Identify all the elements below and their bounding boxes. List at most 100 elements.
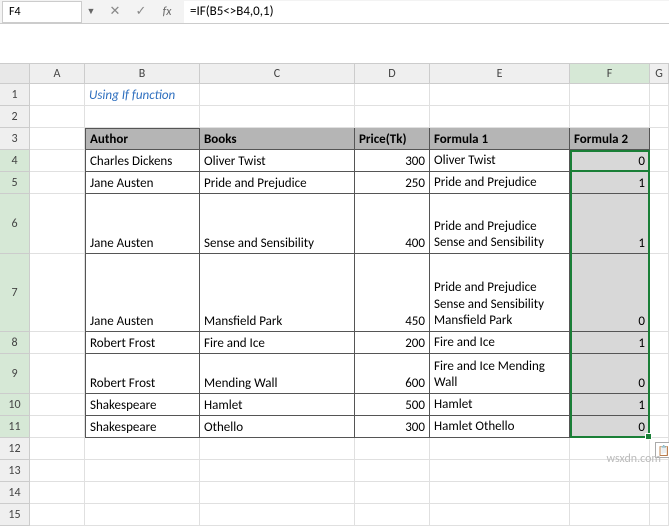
cell-book[interactable]: Mending Wall bbox=[200, 354, 355, 394]
cell-book[interactable]: Hamlet bbox=[200, 394, 355, 416]
cell-author[interactable]: Robert Frost bbox=[85, 332, 200, 354]
cell-price[interactable]: 300 bbox=[355, 416, 430, 438]
col-header-F[interactable]: F bbox=[570, 64, 650, 83]
cell[interactable] bbox=[85, 504, 200, 526]
row-header-5[interactable]: 5 bbox=[0, 172, 30, 194]
col-header-C[interactable]: C bbox=[200, 64, 355, 83]
cell-price[interactable]: 300 bbox=[355, 150, 430, 172]
cell-price[interactable]: 400 bbox=[355, 194, 430, 254]
cell[interactable] bbox=[650, 172, 669, 194]
cell-f1[interactable]: Fire and Ice bbox=[430, 332, 570, 354]
row-header-11[interactable]: 11 bbox=[0, 416, 30, 438]
cell[interactable] bbox=[650, 150, 669, 172]
row-header-10[interactable]: 10 bbox=[0, 394, 30, 416]
row-header-7[interactable]: 7 bbox=[0, 254, 30, 332]
cell[interactable] bbox=[430, 84, 570, 106]
row-header-14[interactable]: 14 bbox=[0, 482, 30, 504]
cancel-icon[interactable]: ✕ bbox=[106, 3, 124, 21]
cell-f2[interactable]: 0 bbox=[570, 150, 650, 172]
cell-author[interactable]: Shakespeare bbox=[85, 394, 200, 416]
row-header-8[interactable]: 8 bbox=[0, 332, 30, 354]
col-header-D[interactable]: D bbox=[355, 64, 430, 83]
cell-author[interactable]: Jane Austen bbox=[85, 172, 200, 194]
cell[interactable] bbox=[30, 460, 85, 482]
cell[interactable] bbox=[430, 482, 570, 504]
cell[interactable] bbox=[30, 354, 85, 394]
cell[interactable] bbox=[30, 172, 85, 194]
cell[interactable] bbox=[30, 84, 85, 106]
col-header-B[interactable]: B bbox=[85, 64, 200, 83]
row-header-3[interactable]: 3 bbox=[0, 128, 30, 150]
cell[interactable] bbox=[355, 84, 430, 106]
cell-book[interactable]: Othello bbox=[200, 416, 355, 438]
row-header-13[interactable]: 13 bbox=[0, 460, 30, 482]
fx-icon[interactable]: fx bbox=[158, 3, 176, 21]
cell[interactable] bbox=[85, 460, 200, 482]
cell[interactable] bbox=[30, 150, 85, 172]
cell-f1[interactable]: Hamlet bbox=[430, 394, 570, 416]
cell[interactable] bbox=[355, 504, 430, 526]
cell-f1[interactable]: Pride and Prejudice Sense and Sensibilit… bbox=[430, 254, 570, 332]
cell[interactable] bbox=[430, 460, 570, 482]
cell[interactable] bbox=[650, 84, 669, 106]
cell[interactable] bbox=[650, 106, 669, 128]
cell[interactable] bbox=[570, 106, 650, 128]
cell[interactable] bbox=[355, 482, 430, 504]
cell[interactable] bbox=[355, 460, 430, 482]
cell[interactable] bbox=[30, 416, 85, 438]
cell[interactable] bbox=[650, 394, 669, 416]
cell-f1[interactable]: Pride and Prejudice Sense and Sensibilit… bbox=[430, 194, 570, 254]
col-header-A[interactable]: A bbox=[30, 64, 85, 83]
cell[interactable] bbox=[85, 438, 200, 460]
cell-author[interactable]: Charles Dickens bbox=[85, 150, 200, 172]
cell-author[interactable]: Shakespeare bbox=[85, 416, 200, 438]
th-books[interactable]: Books bbox=[200, 128, 355, 150]
cell-price[interactable]: 500 bbox=[355, 394, 430, 416]
cell[interactable] bbox=[30, 332, 85, 354]
cell-f2[interactable]: 1 bbox=[570, 332, 650, 354]
cell[interactable] bbox=[650, 416, 669, 438]
cell[interactable] bbox=[200, 482, 355, 504]
enter-icon[interactable]: ✓ bbox=[132, 3, 150, 21]
cell[interactable] bbox=[30, 438, 85, 460]
cell[interactable] bbox=[200, 504, 355, 526]
cell[interactable] bbox=[570, 504, 650, 526]
cell[interactable] bbox=[430, 106, 570, 128]
cell[interactable] bbox=[30, 482, 85, 504]
cell[interactable] bbox=[200, 460, 355, 482]
cell-author[interactable]: Jane Austen bbox=[85, 254, 200, 332]
cell[interactable] bbox=[355, 106, 430, 128]
cell-book[interactable]: Fire and Ice bbox=[200, 332, 355, 354]
cell[interactable] bbox=[30, 254, 85, 332]
row-header-2[interactable]: 2 bbox=[0, 106, 30, 128]
cell[interactable] bbox=[570, 482, 650, 504]
cell[interactable] bbox=[650, 194, 669, 254]
row-header-12[interactable]: 12 bbox=[0, 438, 30, 460]
cell-f2[interactable]: 0 bbox=[570, 254, 650, 332]
row-header-9[interactable]: 9 bbox=[0, 354, 30, 394]
cell-price[interactable]: 600 bbox=[355, 354, 430, 394]
cells-area[interactable]: Using If function Author bbox=[30, 84, 669, 526]
cell-author[interactable]: Robert Frost bbox=[85, 354, 200, 394]
cell-f2[interactable]: 1 bbox=[570, 194, 650, 254]
cell[interactable] bbox=[200, 106, 355, 128]
cell-book[interactable]: Sense and Sensibility bbox=[200, 194, 355, 254]
cell[interactable] bbox=[650, 254, 669, 332]
cell-f1[interactable]: Pride and Prejudice bbox=[430, 172, 570, 194]
col-header-E[interactable]: E bbox=[430, 64, 570, 83]
th-price[interactable]: Price(Tk) bbox=[355, 128, 430, 150]
cell-book[interactable]: Mansfield Park bbox=[200, 254, 355, 332]
cell[interactable] bbox=[200, 84, 355, 106]
cell-f2[interactable]: 1 bbox=[570, 394, 650, 416]
name-box[interactable]: F4 bbox=[2, 1, 82, 23]
col-header-G[interactable]: G bbox=[650, 64, 669, 83]
cell[interactable] bbox=[430, 438, 570, 460]
cell[interactable] bbox=[650, 504, 669, 526]
th-formula2[interactable]: Formula 2 bbox=[570, 128, 650, 150]
row-header-15[interactable]: 15 bbox=[0, 504, 30, 526]
cell[interactable] bbox=[200, 438, 355, 460]
cell[interactable] bbox=[570, 84, 650, 106]
cell[interactable] bbox=[650, 332, 669, 354]
cell-price[interactable]: 200 bbox=[355, 332, 430, 354]
cell-price[interactable]: 450 bbox=[355, 254, 430, 332]
